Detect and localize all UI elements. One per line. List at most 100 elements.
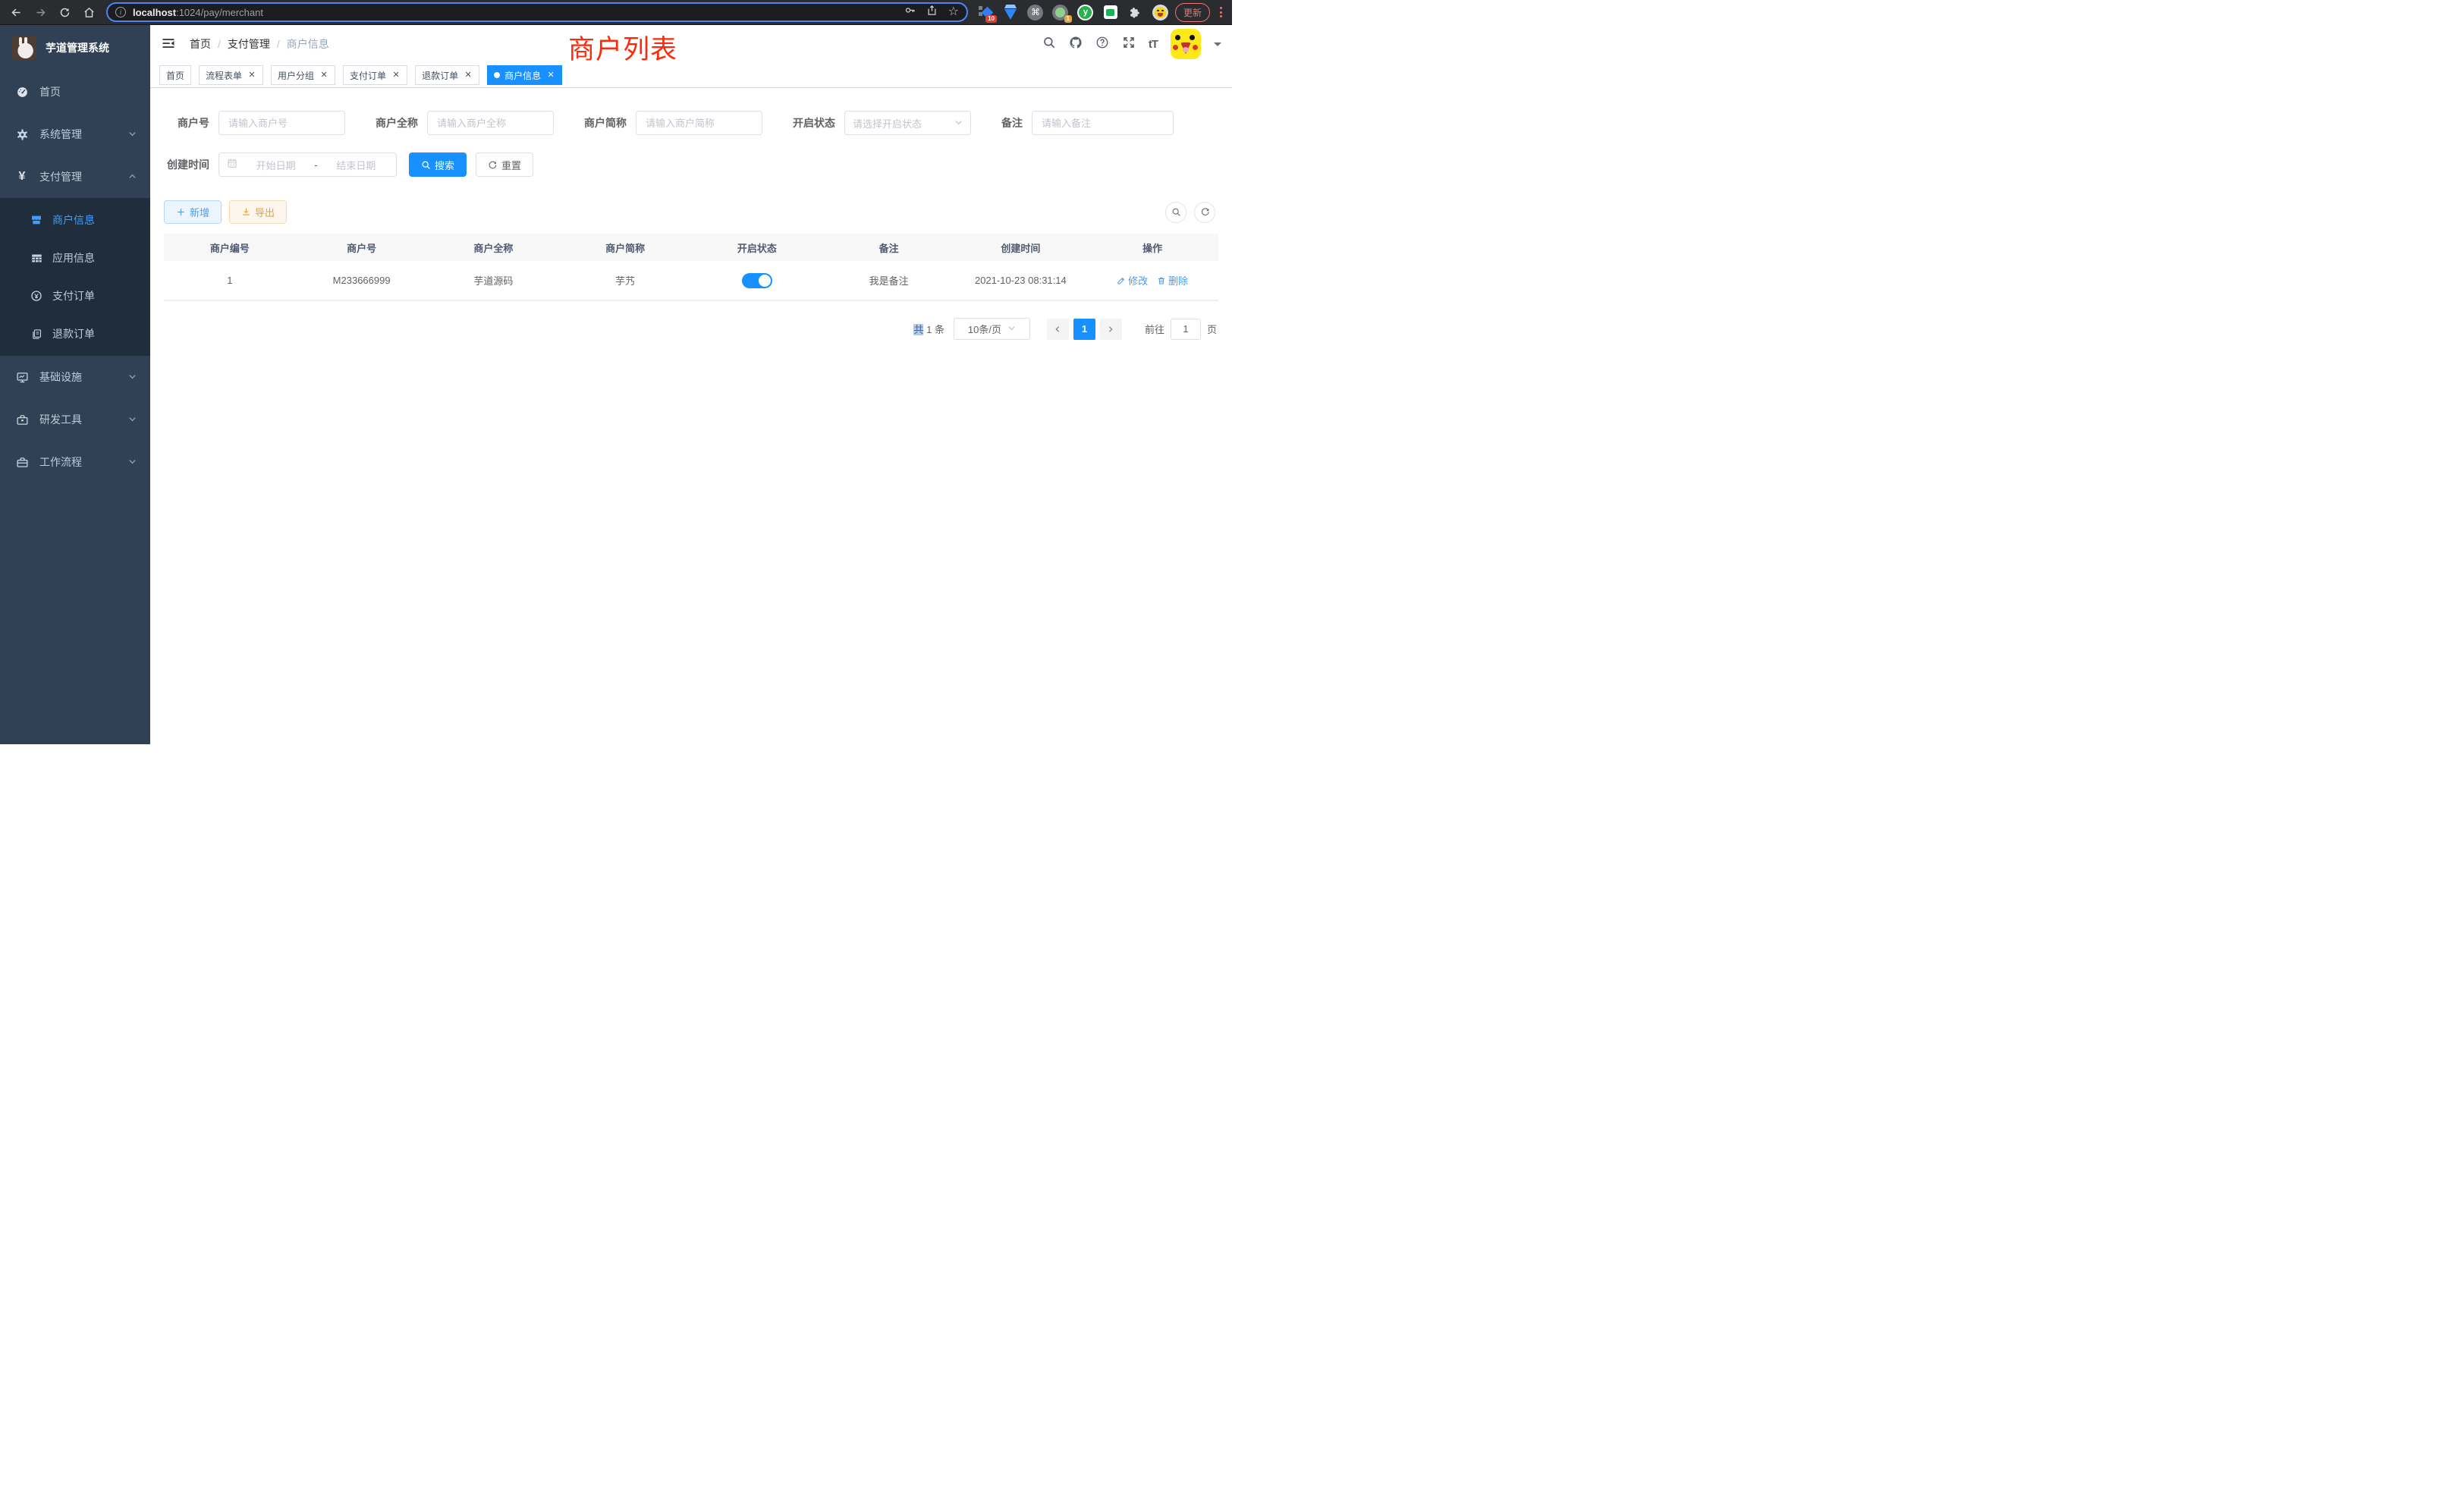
delete-button[interactable]: 删除 <box>1157 273 1188 288</box>
url-text[interactable]: localhost:1024/pay/merchant <box>133 7 904 18</box>
sidebar-item-app-info[interactable]: 应用信息 <box>0 239 150 277</box>
column-header: 商户号 <box>296 234 428 261</box>
tab-label: 支付订单 <box>350 69 386 82</box>
short-name-input[interactable] <box>636 111 762 135</box>
url-path: :1024/pay/merchant <box>176 7 263 18</box>
extension-diamond-icon[interactable]: 10 <box>977 4 994 20</box>
table-toolbar: 新增 导出 <box>164 200 1217 224</box>
tab-refund-order[interactable]: 退款订单 ✕ <box>415 65 479 85</box>
close-icon[interactable]: ✕ <box>464 71 473 80</box>
font-size-icon[interactable]: tT <box>1149 38 1158 51</box>
full-name-input[interactable] <box>427 111 554 135</box>
chevron-down-icon <box>128 128 137 140</box>
pay-submenu: 商户信息 应用信息 支付订单 <box>0 198 150 356</box>
user-avatar[interactable] <box>1171 29 1201 59</box>
date-range-picker[interactable]: 开始日期 - 结束日期 <box>218 152 397 177</box>
address-bar[interactable]: i localhost:1024/pay/merchant ☆ <box>106 2 968 22</box>
extension-gem-icon[interactable] <box>1002 4 1019 20</box>
sidebar-item-merchant-info[interactable]: 商户信息 <box>0 201 150 239</box>
extension-profile-icon[interactable]: 1 <box>1052 4 1069 20</box>
sidebar-item-dev-tools[interactable]: 研发工具 <box>0 398 150 441</box>
tab-process-form[interactable]: 流程表单 ✕ <box>199 65 263 85</box>
cell-remark: 我是备注 <box>823 261 955 300</box>
site-info-icon[interactable]: i <box>115 7 126 17</box>
page-size-select[interactable]: 10条/页 <box>954 318 1030 340</box>
tab-label: 商户信息 <box>504 69 541 82</box>
tab-merchant-info[interactable]: 商户信息 ✕ <box>487 65 562 85</box>
app-logo[interactable]: 芋道管理系统 <box>0 25 150 71</box>
show-search-button[interactable] <box>1165 202 1186 223</box>
forward-icon[interactable] <box>30 2 50 22</box>
extension-chat-icon[interactable] <box>1102 4 1119 20</box>
breadcrumb-separator: / <box>277 38 280 50</box>
merchant-no-input[interactable] <box>218 111 345 135</box>
home-icon[interactable] <box>79 2 99 22</box>
sidebar-item-workflow[interactable]: 工作流程 <box>0 441 150 483</box>
sidebar-item-refund-order[interactable]: 退款订单 <box>0 315 150 353</box>
refresh-button[interactable] <box>1194 202 1215 223</box>
avatar-caret-icon[interactable] <box>1214 42 1221 50</box>
sidebar-item-system[interactable]: 系统管理 <box>0 113 150 156</box>
sidebar-item-pay-order[interactable]: 支付订单 <box>0 277 150 315</box>
edit-button[interactable]: 修改 <box>1117 273 1148 288</box>
browser-menu-icon[interactable] <box>1215 7 1226 17</box>
extensions-puzzle-icon[interactable] <box>1127 4 1144 20</box>
page-number-1[interactable]: 1 <box>1073 319 1095 340</box>
status-toggle[interactable] <box>742 273 772 288</box>
next-page-button[interactable] <box>1100 319 1122 340</box>
extension-badge: 1 <box>1064 15 1072 23</box>
export-button[interactable]: 导出 <box>229 200 287 224</box>
merchant-page: 商户号 商户全称 商户简称 开启状态 请选择开启状态 <box>150 88 1232 744</box>
bookmark-star-icon[interactable]: ☆ <box>948 6 959 18</box>
close-icon[interactable]: ✕ <box>247 71 256 80</box>
tab-label: 退款订单 <box>422 69 458 82</box>
merchant-no-label: 商户号 <box>158 115 209 130</box>
column-header: 商户编号 <box>164 234 296 261</box>
breadcrumb-home[interactable]: 首页 <box>190 36 211 52</box>
reload-icon[interactable] <box>55 2 74 22</box>
status-select-placeholder: 请选择开启状态 <box>853 116 922 130</box>
sidebar-item-home[interactable]: 首页 <box>0 71 150 113</box>
status-select[interactable]: 请选择开启状态 <box>844 111 971 135</box>
column-header: 商户全称 <box>428 234 560 261</box>
yen-icon: ¥ <box>15 170 29 184</box>
back-icon[interactable] <box>6 2 26 22</box>
share-icon[interactable] <box>926 5 938 20</box>
browser-avatar[interactable] <box>1152 4 1169 20</box>
chrome-update-button[interactable]: 更新 <box>1175 3 1210 22</box>
tab-home[interactable]: 首页 <box>159 65 191 85</box>
remark-input[interactable] <box>1032 111 1174 135</box>
close-icon[interactable]: ✕ <box>546 71 555 80</box>
header-search-icon[interactable] <box>1042 36 1056 53</box>
page-suffix: 页 <box>1207 322 1217 336</box>
close-icon[interactable]: ✕ <box>319 71 328 80</box>
prev-page-button[interactable] <box>1047 319 1069 340</box>
sidebar-item-pay[interactable]: ¥ 支付管理 <box>0 156 150 198</box>
cell-merchant-id: 1 <box>164 261 296 300</box>
tab-user-group[interactable]: 用户分组 ✕ <box>271 65 335 85</box>
screen: i localhost:1024/pay/merchant ☆ 10 ⌘ <box>0 0 1232 745</box>
extension-y-icon[interactable]: y <box>1077 4 1094 20</box>
yen-circle-icon <box>30 290 42 302</box>
gear-icon <box>15 127 29 141</box>
extension-command-icon[interactable]: ⌘ <box>1027 4 1044 20</box>
goto-page-input[interactable] <box>1171 319 1201 340</box>
tab-pay-order[interactable]: 支付订单 ✕ <box>343 65 407 85</box>
table-row: 1 M233666999 芋道源码 芋艿 我是备注 2021-10-23 08:… <box>164 261 1218 300</box>
add-button[interactable]: 新增 <box>164 200 222 224</box>
merchant-table: 商户编号 商户号 商户全称 商户简称 开启状态 备注 创建时间 操作 1 M23… <box>164 234 1218 301</box>
help-icon[interactable] <box>1095 36 1109 53</box>
github-icon[interactable] <box>1069 36 1083 53</box>
pagination: 共 1 条 10条/页 1 <box>158 318 1217 340</box>
column-header: 开启状态 <box>691 234 823 261</box>
close-icon[interactable]: ✕ <box>391 71 401 80</box>
sidebar-item-infra[interactable]: 基础设施 <box>0 356 150 398</box>
password-key-icon[interactable] <box>904 5 916 20</box>
breadcrumb: 首页 / 支付管理 / 商户信息 <box>190 36 329 52</box>
search-button[interactable]: 搜索 <box>409 152 467 177</box>
sidebar-collapse-icon[interactable] <box>161 36 178 52</box>
fullscreen-icon[interactable] <box>1122 36 1136 53</box>
breadcrumb-pay[interactable]: 支付管理 <box>228 36 270 52</box>
chevron-down-icon <box>954 118 963 129</box>
reset-button[interactable]: 重置 <box>476 152 533 177</box>
